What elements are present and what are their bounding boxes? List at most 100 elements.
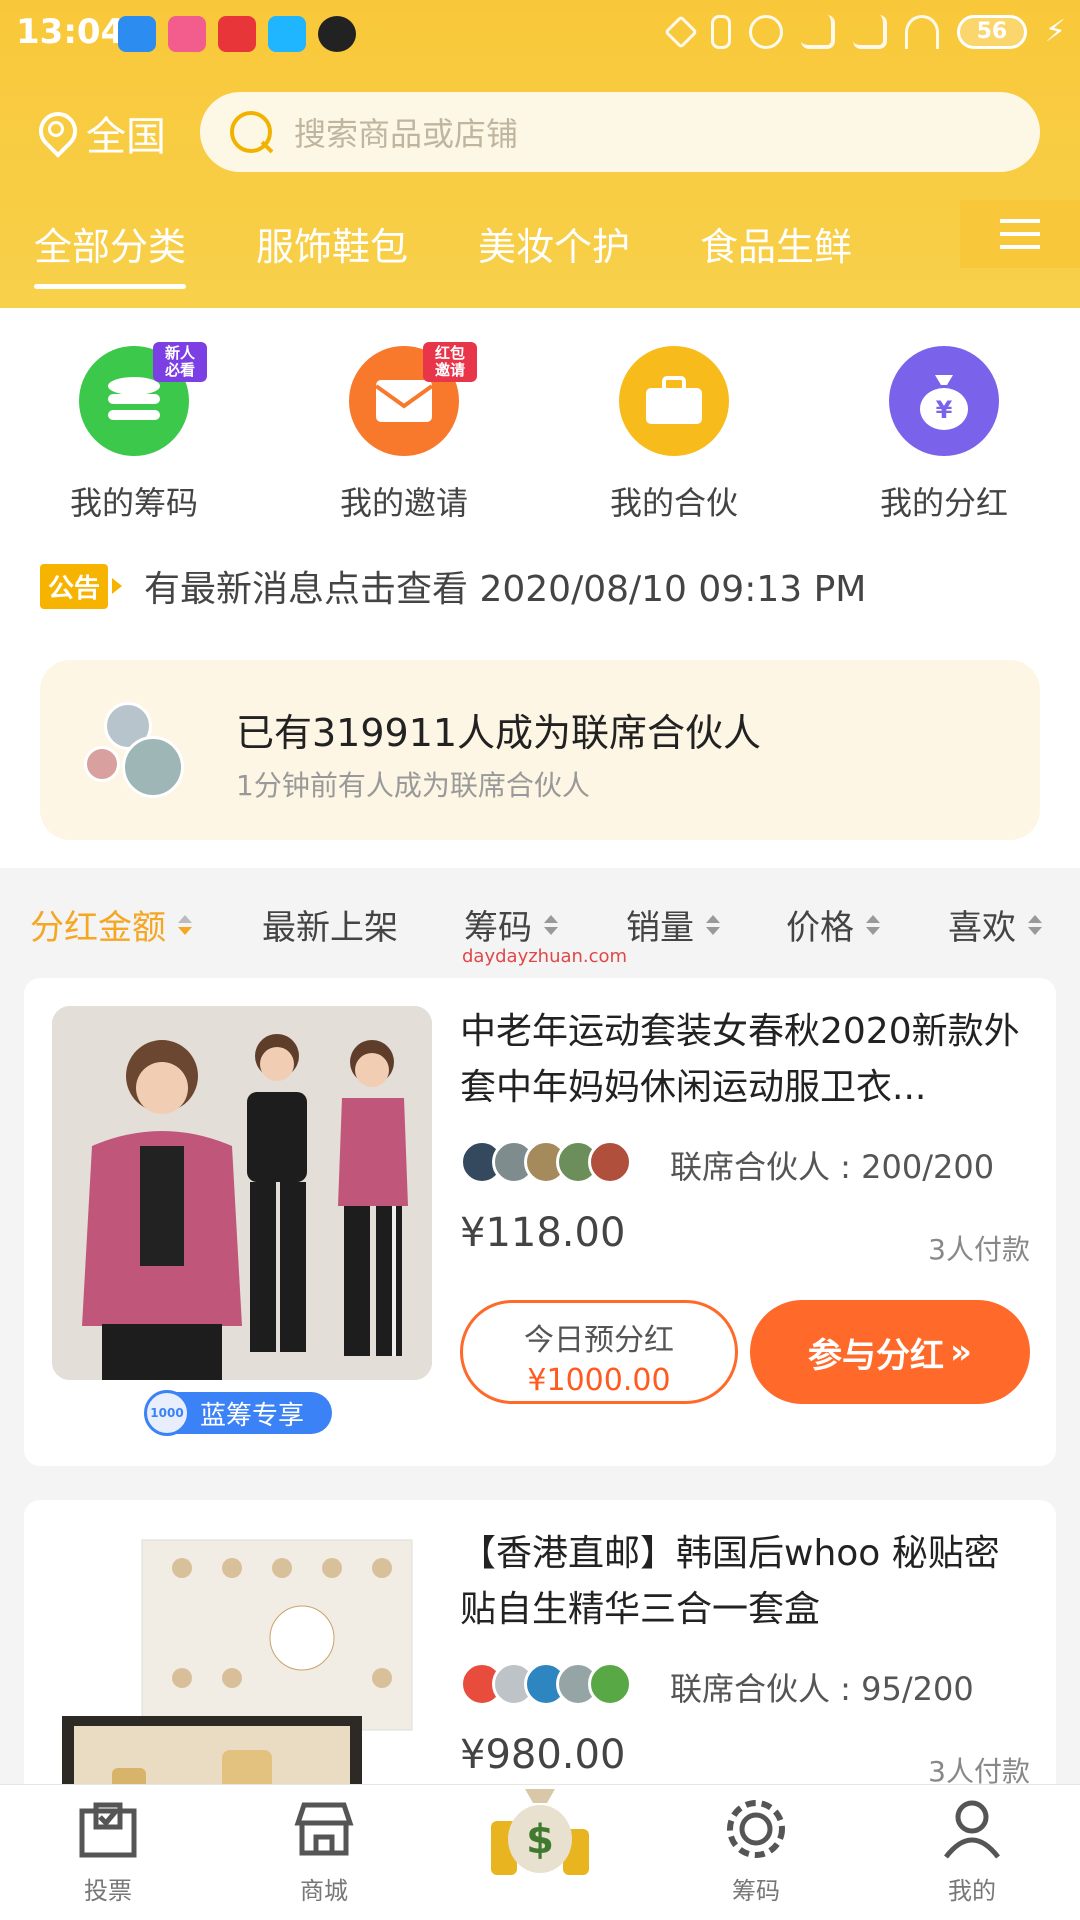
status-bar: 13:04 56 ⚡ [0, 0, 1080, 70]
double-chevron-right-icon: » [950, 1332, 972, 1372]
announcement-tag: 公告 [40, 563, 123, 609]
toutiao-app-icon [218, 16, 256, 52]
quick-link-invite[interactable]: 红包邀请 我的邀请 [304, 342, 504, 524]
avatar [122, 736, 184, 798]
today-dividend-label: 今日预分红 [524, 1323, 674, 1358]
paid-count: 3人付款 [928, 1233, 1030, 1266]
search-icon [228, 109, 274, 155]
battery-icon: 56 [956, 14, 1027, 49]
product-card[interactable]: 1000 蓝筹专享 中老年运动套装女春秋2020新款外套中年妈妈休闲运动服卫衣.… [24, 978, 1056, 1466]
money-bag-gold-icon: $ [485, 1769, 595, 1879]
product-price: ¥118.00 [460, 1210, 626, 1256]
announcement-text: 有最新消息点击查看 2020/08/10 09:13 PM [144, 569, 867, 610]
avatar [588, 1662, 632, 1706]
sort-arrows-icon [706, 914, 720, 935]
envelope-icon: 红包邀请 [349, 342, 477, 456]
partner-progress: 联席合伙人 : 200/200 [670, 1148, 995, 1186]
status-icons: 56 ⚡ [663, 14, 1066, 49]
sort-dividend-amount[interactable]: 分红金额 [30, 900, 192, 949]
sort-label: 最新上架 [262, 908, 398, 948]
announcement-bar[interactable]: 公告 有最新消息点击查看 2020/08/10 09:13 PM [40, 560, 866, 612]
quick-area: 新人必看 我的筹码 红包邀请 我的邀请 我的合伙 ¥ 我的分红 公告 有最新消息… [0, 308, 1080, 868]
camera-app-icon [318, 16, 356, 52]
nav-chips[interactable]: 筹码 [686, 1797, 826, 1906]
bluetooth-icon [710, 14, 731, 49]
chip-label: 蓝筹专享 [200, 1400, 305, 1431]
nav-center[interactable]: $ [470, 1769, 610, 1889]
join-dividend-label: 参与分红 [808, 1335, 945, 1376]
tab-all-categories[interactable]: 全部分类 [34, 216, 187, 289]
partner-avatars [84, 702, 194, 812]
sort-label: 销量 [626, 908, 694, 948]
signal-icon [800, 14, 835, 49]
blue-chip-badge: 1000 蓝筹专享 [144, 1390, 332, 1436]
partner-progress: 联席合伙人 : 95/200 [670, 1670, 974, 1708]
sort-arrows-icon [544, 914, 558, 935]
sort-chips[interactable]: 筹码 [464, 900, 558, 949]
sort-sales[interactable]: 销量 [626, 900, 720, 949]
search-placeholder: 搜索商品或店铺 [294, 115, 519, 153]
nav-label: 商城 [300, 1877, 348, 1905]
store-icon [292, 1797, 356, 1861]
partner-avatars [460, 1140, 632, 1184]
briefcase-icon [619, 346, 729, 456]
cloud-app-icon [118, 16, 156, 52]
quick-link-badge: 新人必看 [153, 342, 207, 382]
quick-link-partnership[interactable]: 我的合伙 [574, 346, 774, 524]
header: 13:04 56 ⚡ 全国 搜索商品或店铺 全部分类 服饰鞋包 美妆个护 食品生… [0, 0, 1080, 308]
svg-text:¥: ¥ [936, 396, 953, 424]
quick-link-label: 我的分红 [879, 484, 1008, 522]
quick-link-label: 我的合伙 [609, 484, 738, 522]
charging-icon: ⚡ [1044, 14, 1066, 49]
nav-label: 筹码 [732, 1877, 780, 1905]
tab-clothing[interactable]: 服饰鞋包 [256, 216, 408, 271]
today-dividend: 今日预分红 ¥1000.00 [460, 1300, 738, 1404]
vote-box-icon [76, 1797, 140, 1861]
product-image[interactable] [52, 1006, 432, 1380]
quick-link-label: 我的邀请 [339, 484, 468, 522]
quick-link-badge: 红包邀请 [423, 342, 477, 382]
svg-text:$: $ [526, 1817, 554, 1863]
quick-link-label: 我的筹码 [69, 484, 198, 522]
quick-link-dividend[interactable]: ¥ 我的分红 [844, 346, 1044, 524]
sort-likes[interactable]: 喜欢 [948, 900, 1042, 949]
money-bag-icon: ¥ [889, 346, 999, 456]
sort-arrows-icon [866, 914, 880, 935]
join-dividend-button[interactable]: 参与分红 » [750, 1300, 1030, 1404]
sort-arrows-icon [1028, 914, 1042, 935]
sort-label: 分红金额 [30, 908, 166, 948]
avatar [84, 746, 120, 782]
nav-mine[interactable]: 我的 [902, 1797, 1042, 1906]
status-time: 13:04 [16, 12, 125, 52]
today-dividend-value: ¥1000.00 [527, 1363, 671, 1398]
partner-recent: 1分钟前有人成为联席合伙人 [236, 769, 590, 802]
tab-food[interactable]: 食品生鲜 [700, 216, 852, 271]
product-card[interactable]: 【香港直邮】韩国后whoo 秘贴密贴自生精华三合一套盒 联席合伙人 : 95/2… [24, 1500, 1056, 1902]
person-icon [940, 1797, 1004, 1861]
sort-newest[interactable]: 最新上架 [262, 900, 398, 949]
menu-icon[interactable] [960, 200, 1080, 268]
sort-price[interactable]: 价格 [786, 900, 880, 949]
quick-link-chips[interactable]: 新人必看 我的筹码 [34, 342, 234, 524]
sort-bar: 分红金额 最新上架 筹码 销量 价格 喜欢 daydayzhuan.com [0, 868, 1080, 978]
watermark: daydayzhuan.com [462, 946, 628, 967]
tab-beauty[interactable]: 美妆个护 [478, 216, 630, 271]
partner-banner[interactable]: 已有319911人成为联席合伙人 1分钟前有人成为联席合伙人 [40, 660, 1040, 840]
nav-store[interactable]: 商城 [254, 1797, 394, 1906]
sort-label: 筹码 [464, 908, 532, 948]
location-selector[interactable]: 全国 [36, 104, 166, 162]
coins-icon: 新人必看 [79, 342, 207, 456]
partner-avatars [460, 1662, 632, 1706]
location-pin-icon [36, 110, 72, 156]
partner-count: 已有319911人成为联席合伙人 [236, 711, 762, 755]
sort-arrows-icon [178, 914, 192, 935]
bilibili-app-icon [168, 16, 206, 52]
video-app-icon [268, 16, 306, 52]
product-title[interactable]: 【香港直邮】韩国后whoo 秘贴密贴自生精华三合一套盒 [460, 1526, 1030, 1638]
signal-icon [852, 14, 887, 49]
product-title[interactable]: 中老年运动套装女春秋2020新款外套中年妈妈休闲运动服卫衣... [460, 1004, 1030, 1116]
alarm-icon [748, 14, 783, 49]
chip-coin-icon: 1000 [144, 1390, 190, 1436]
search-input[interactable]: 搜索商品或店铺 [200, 92, 1040, 172]
nav-vote[interactable]: 投票 [38, 1797, 178, 1906]
